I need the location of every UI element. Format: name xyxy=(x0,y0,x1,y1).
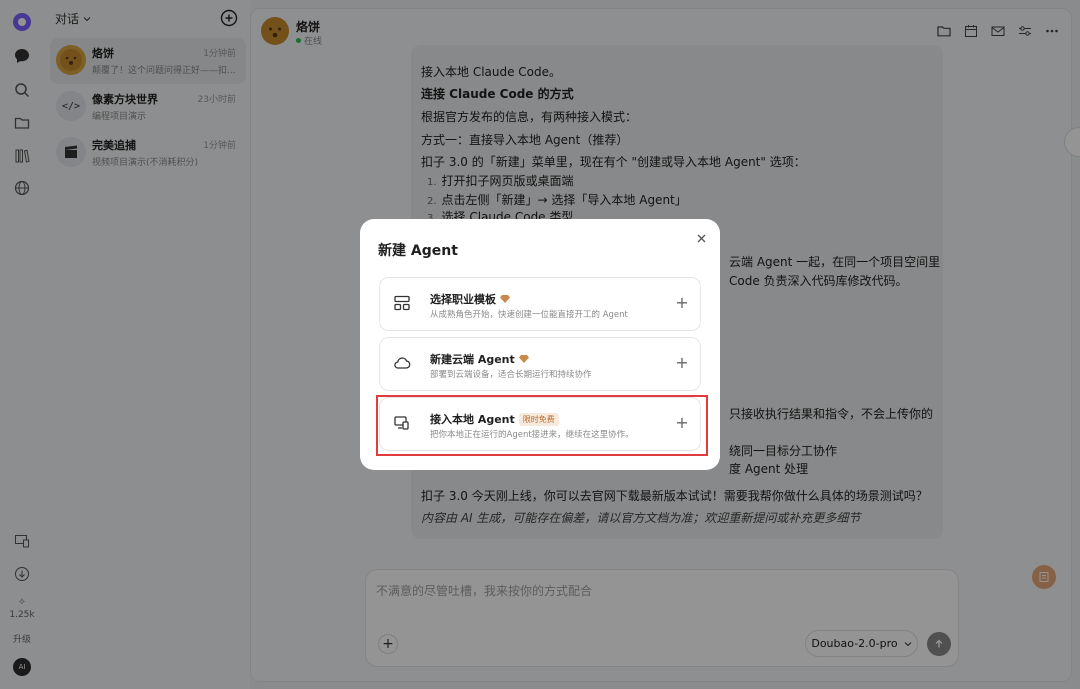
diamond-icon xyxy=(500,295,510,303)
plus-icon[interactable]: + xyxy=(674,295,690,311)
highlight-box xyxy=(376,395,708,456)
close-icon xyxy=(697,234,705,242)
plus-icon[interactable]: + xyxy=(674,355,690,371)
option-title-text: 选择职业模板 xyxy=(430,293,496,306)
option-title: 选择职业模板 xyxy=(430,291,510,307)
option-cloud-agent[interactable]: 新建云端 Agent 部署到云端设备，适合长期运行和持续协作 + xyxy=(379,337,701,391)
option-job-template[interactable]: 选择职业模板 从成熟角色开始，快速创建一位能直接开工的 Agent + xyxy=(379,277,701,331)
diamond-icon xyxy=(518,355,529,363)
cloud-icon xyxy=(393,354,413,374)
option-description: 从成熟角色开始，快速创建一位能直接开工的 Agent xyxy=(430,310,628,320)
option-title-text: 新建云端 Agent xyxy=(430,353,515,366)
modal-title: 新建 Agent xyxy=(378,243,458,259)
close-button[interactable] xyxy=(693,230,709,246)
template-grid-icon xyxy=(393,294,413,314)
option-title: 新建云端 Agent xyxy=(430,351,529,367)
option-description: 部署到云端设备，适合长期运行和持续协作 xyxy=(430,370,592,380)
